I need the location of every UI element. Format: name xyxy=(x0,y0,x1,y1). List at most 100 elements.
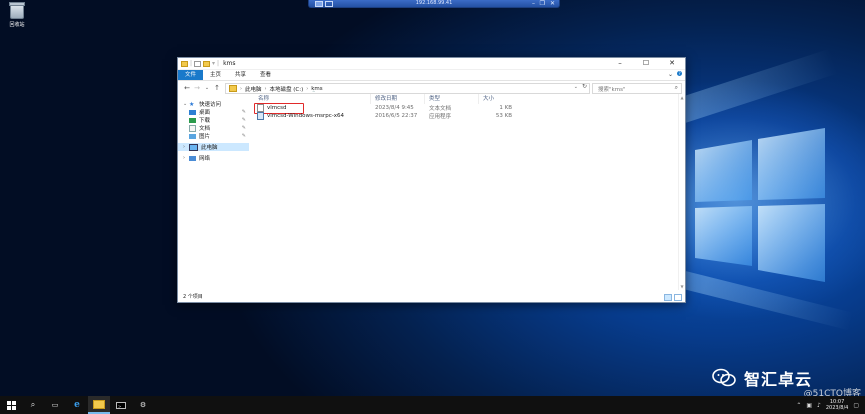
close-button[interactable]: ✕ xyxy=(659,58,685,69)
clock[interactable]: 10:07 2023/8/4 xyxy=(826,399,848,411)
pin-icon: ✎ xyxy=(241,125,246,131)
pin-icon: ✎ xyxy=(241,109,246,115)
nav-desktop[interactable]: 桌面 ✎ xyxy=(178,108,249,116)
file-size: 1 KB xyxy=(499,105,512,111)
clock-date: 2023/8/4 xyxy=(825,405,849,411)
new-folder-icon[interactable] xyxy=(203,60,211,67)
start-button[interactable] xyxy=(0,396,22,414)
rdp-minimize-icon[interactable]: – xyxy=(532,0,535,7)
search-icon: ⌕ xyxy=(674,84,678,91)
breadcrumb-this-pc[interactable]: 此电脑 xyxy=(245,85,262,93)
tab-view[interactable]: 查看 xyxy=(253,70,278,80)
recent-locations-icon[interactable]: ⌄ xyxy=(202,85,212,91)
file-name: vlmcsd-Windows-msrpc-x64 xyxy=(267,113,345,119)
rdp-pin-icon[interactable] xyxy=(315,1,323,7)
search-taskbar-button[interactable]: ⌕ xyxy=(22,396,44,414)
nav-quick-access[interactable]: ⌄ ★ 快速访问 xyxy=(178,100,249,108)
windows-start-icon xyxy=(6,400,16,410)
desktop-icon xyxy=(189,109,196,115)
picture-icon xyxy=(189,133,196,139)
rdp-connection-bar: 192.168.99.41 – ❐ ✕ xyxy=(308,0,560,8)
task-view-button[interactable]: ▭ xyxy=(44,396,66,414)
file-date: 2016/6/5 22:37 xyxy=(375,113,418,119)
network-icon xyxy=(189,155,196,161)
pin-icon: ✎ xyxy=(241,133,246,139)
title-bar[interactable]: | ▾ | kms – ☐ ✕ xyxy=(178,58,685,70)
maximize-button[interactable]: ☐ xyxy=(633,58,659,69)
file-type: 应用程序 xyxy=(429,114,452,120)
scroll-up-icon[interactable]: ▲ xyxy=(679,95,685,100)
file-date: 2023/8/4 9:45 xyxy=(375,105,414,111)
recycle-bin-label: 回收站 xyxy=(9,22,25,28)
help-icon[interactable]: ? xyxy=(677,71,682,76)
expand-ribbon-icon[interactable]: ⌄ xyxy=(668,71,673,78)
command-prompt-taskbar-button[interactable]: >_ xyxy=(110,396,132,414)
address-dropdown-icon[interactable]: ⌄ xyxy=(574,84,578,90)
network-tray-icon[interactable]: ▣ xyxy=(806,402,812,409)
large-icons-view-icon[interactable] xyxy=(674,294,682,301)
nav-downloads[interactable]: 下载 ✎ xyxy=(178,116,249,124)
properties-icon[interactable] xyxy=(194,60,202,67)
search-placeholder: 搜索"kms" xyxy=(598,86,626,93)
nav-documents[interactable]: 文档 ✎ xyxy=(178,124,249,132)
computer-icon xyxy=(189,143,198,151)
details-view-icon[interactable] xyxy=(664,294,672,301)
windows-logo-wallpaper xyxy=(695,128,825,282)
back-button[interactable]: ← xyxy=(182,84,192,92)
nav-pictures[interactable]: 图片 ✎ xyxy=(178,132,249,140)
search-icon: ⌕ xyxy=(30,400,36,409)
tab-file[interactable]: 文件 xyxy=(178,70,204,80)
file-row-vlmcsd-windows-msrpc-x64[interactable]: vlmcsd-Windows-msrpc-x64 2016/6/5 22:37 … xyxy=(254,112,679,120)
column-type[interactable]: 类型 xyxy=(425,94,479,104)
customize-chevron-icon[interactable]: ▾ xyxy=(212,60,215,67)
tab-share[interactable]: 共享 xyxy=(228,70,253,80)
rdp-restore-icon[interactable]: ❐ xyxy=(540,0,545,7)
download-icon xyxy=(189,117,196,123)
window-title: kms xyxy=(223,60,236,67)
search-input[interactable]: 搜索"kms" ⌕ xyxy=(592,83,682,94)
ribbon-tabs: 文件 主页 共享 查看 ⌄ ? xyxy=(178,70,685,81)
rdp-close-icon[interactable]: ✕ xyxy=(550,0,555,7)
watermark-brand-text: 智汇卓云 xyxy=(744,370,813,389)
navigation-pane: ⌄ ★ 快速访问 桌面 ✎ 下载 ✎ 文档 ✎ 图片 ✎ › 此电脑 › 网络 xyxy=(178,94,249,290)
address-bar[interactable]: › 此电脑 › 本地磁盘 (C:) › kms ⌄ ↻ xyxy=(225,83,590,94)
column-date-modified[interactable]: 修改日期 xyxy=(371,94,425,104)
forward-button[interactable]: → xyxy=(192,84,202,92)
server-manager-taskbar-button[interactable]: ⚙ xyxy=(132,396,154,414)
nav-this-pc[interactable]: › 此电脑 xyxy=(178,143,249,151)
file-explorer-icon xyxy=(93,399,105,409)
tab-home[interactable]: 主页 xyxy=(203,70,228,80)
watermark-brand: 智汇卓云 xyxy=(712,366,812,390)
breadcrumb-local-disk[interactable]: 本地磁盘 (C:) xyxy=(270,85,304,93)
volume-icon[interactable]: ♪ xyxy=(817,402,821,409)
up-button[interactable]: ↑ xyxy=(212,84,222,92)
task-view-icon: ▭ xyxy=(51,401,59,409)
exe-file-icon xyxy=(257,112,264,120)
file-explorer-taskbar-button[interactable] xyxy=(88,396,110,414)
wechat-logo-icon xyxy=(712,368,736,388)
show-hidden-icons-icon[interactable]: ⌃ xyxy=(796,402,801,409)
address-row: ← → ⌄ ↑ › 此电脑 › 本地磁盘 (C:) › kms ⌄ ↻ 搜索"k… xyxy=(178,81,685,95)
column-size[interactable]: 大小 xyxy=(479,94,515,104)
notification-icon[interactable]: ▢ xyxy=(853,402,859,409)
status-bar: 2 个项目 xyxy=(178,292,685,302)
nav-network[interactable]: › 网络 xyxy=(178,154,249,162)
internet-explorer-button[interactable]: e xyxy=(66,396,88,414)
file-list: ^ 名称 修改日期 类型 大小 vlmcsd 2023/8/4 9:45 文本文… xyxy=(254,90,679,290)
vertical-scrollbar[interactable]: ▲ ▼ xyxy=(678,94,685,290)
file-size: 53 KB xyxy=(495,113,512,119)
rdp-host: 192.168.99.41 xyxy=(415,0,453,6)
star-icon: ★ xyxy=(189,100,195,108)
file-type: 文本文档 xyxy=(429,106,452,112)
quick-access-toolbar: | ▾ | xyxy=(178,60,219,67)
folder-icon xyxy=(181,60,188,67)
folder-icon xyxy=(229,85,237,92)
recycle-bin[interactable]: 回收站 xyxy=(6,2,28,28)
file-row-vlmcsd[interactable]: vlmcsd 2023/8/4 9:45 文本文档 1 KB xyxy=(254,103,679,114)
rdp-signal-icon xyxy=(325,1,333,7)
internet-explorer-icon: e xyxy=(74,400,80,410)
scroll-down-icon[interactable]: ▼ xyxy=(679,284,685,289)
document-icon xyxy=(189,124,196,132)
minimize-button[interactable]: – xyxy=(607,58,633,69)
refresh-icon[interactable]: ↻ xyxy=(582,83,587,90)
